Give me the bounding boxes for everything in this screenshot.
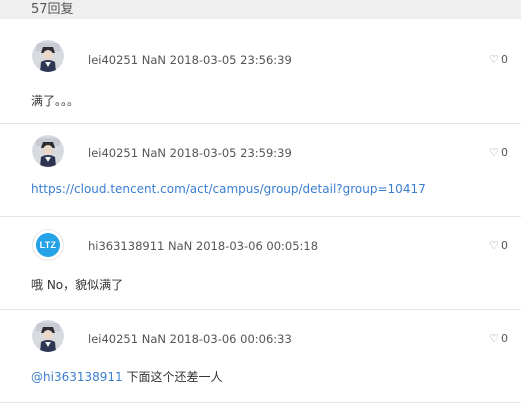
reply-extra: NaN [141,332,166,346]
user-avatar[interactable]: LTZ [32,229,64,261]
reply-meta: lei40251 NaN 2018-03-06 00:06:33 [88,332,292,346]
reply-content: 满了。。。 [31,92,79,109]
reply-extra: NaN [141,146,166,160]
reply-item: lei40251 NaN 2018-03-06 00:06:33 ♡ 0 @hi3… [0,310,521,403]
reply-meta: lei40251 NaN 2018-03-05 23:56:39 [88,53,292,67]
username[interactable]: lei40251 [88,53,138,67]
reply-link[interactable]: https://cloud.tencent.com/act/campus/gro… [31,182,426,196]
heart-outline-icon: ♡ [489,53,499,66]
reply-datetime: 2018-03-06 00:06:33 [169,332,292,346]
user-avatar[interactable] [32,320,64,352]
like-button[interactable]: ♡ 0 [489,239,508,252]
username[interactable]: lei40251 [88,332,138,346]
reply-extra: NaN [168,239,193,253]
user-avatar[interactable] [32,40,64,72]
like-button[interactable]: ♡ 0 [489,146,508,159]
avatar-photo-icon [32,135,64,167]
username[interactable]: lei40251 [88,146,138,160]
like-count: 0 [501,332,508,345]
reply-text: 满了。。。 [31,94,80,108]
ltz-logo-icon: LTZ [36,233,60,257]
reply-content: @hi363138911 下面这个还差一人 [31,368,223,385]
like-button[interactable]: ♡ 0 [489,332,508,345]
reply-item: LTZ hi363138911 NaN 2018-03-06 00:05:18 … [0,217,521,310]
heart-outline-icon: ♡ [489,146,499,159]
reply-count: 57回复 [31,2,74,17]
reply-datetime: 2018-03-05 23:56:39 [169,53,292,67]
user-mention-link[interactable]: @hi363138911 [31,370,123,384]
avatar-photo-icon [32,40,64,72]
like-count: 0 [501,239,508,252]
reply-text: 下面这个还差一人 [126,370,223,384]
reply-item: lei40251 NaN 2018-03-05 23:56:39 ♡ 0 满了。。… [0,19,521,124]
reply-datetime: 2018-03-06 00:05:18 [195,239,319,253]
reply-content: https://cloud.tencent.com/act/campus/gro… [31,182,426,196]
reply-content: 哦 No，貌似满了 [31,276,123,293]
reply-datetime: 2018-03-05 23:59:39 [169,146,292,160]
like-count: 0 [501,146,508,159]
reply-item: lei40251 NaN 2018-03-05 23:59:39 ♡ 0 http… [0,124,521,217]
heart-outline-icon: ♡ [489,332,499,345]
reply-meta: lei40251 NaN 2018-03-05 23:59:39 [88,146,292,160]
like-count: 0 [501,53,508,66]
username[interactable]: hi363138911 [88,239,164,253]
like-button[interactable]: ♡ 0 [489,53,508,66]
reply-text: 哦 No，貌似满了 [31,278,124,292]
reply-count-header: 57回复 [0,0,521,19]
user-avatar[interactable] [32,135,64,167]
reply-extra: NaN [141,53,166,67]
heart-outline-icon: ♡ [489,239,499,252]
reply-meta: hi363138911 NaN 2018-03-06 00:05:18 [88,239,318,253]
avatar-photo-icon [32,320,64,352]
